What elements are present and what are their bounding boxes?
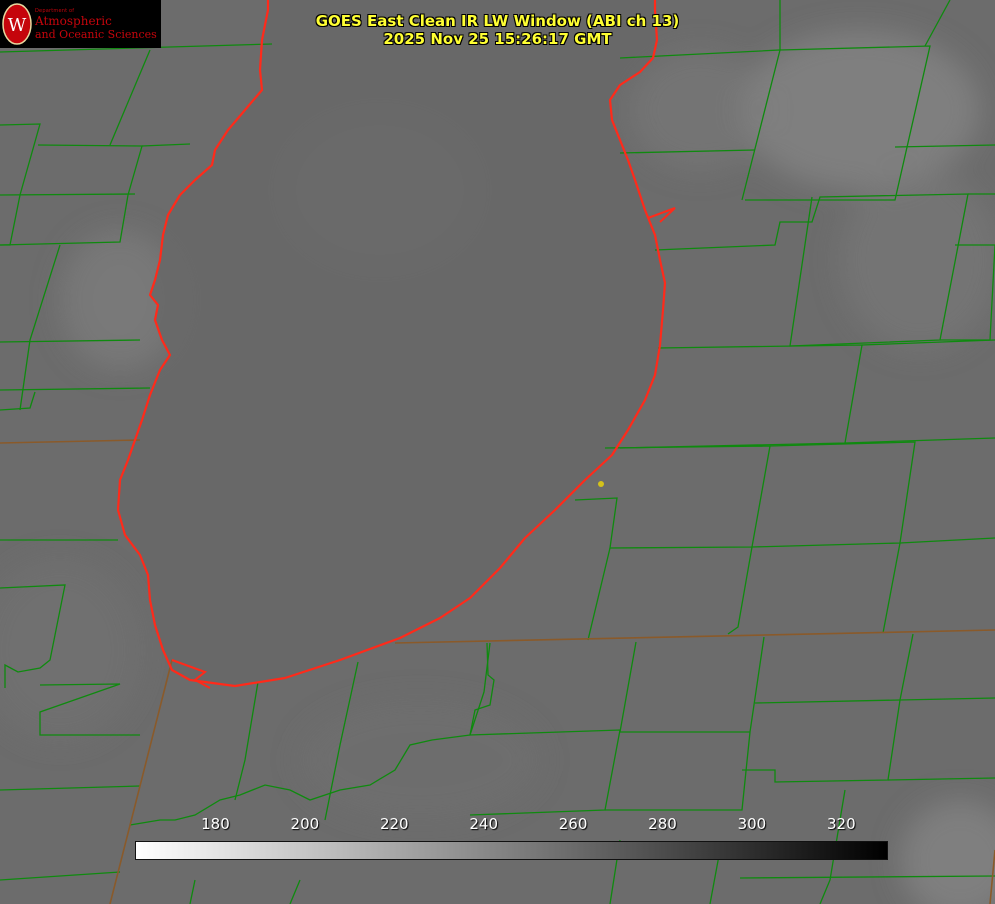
station-marker [598,481,604,487]
colorbar-tick-300: 300 [737,815,767,833]
colorbar-tick-180: 180 [201,815,230,833]
product-title: GOES East Clean IR LW Window (ABI ch 13) [315,12,680,30]
colorbar-tick-240: 240 [469,815,498,833]
colorbar-tick-200: 200 [290,815,320,833]
colorbar-tick-320: 320 [826,815,856,833]
colorbar-tick-280: 280 [648,815,677,833]
colorbar-tick-260: 260 [558,815,588,833]
image-timestamp: 2025 Nov 25 15:26:17 GMT [383,30,612,48]
satellite-map [0,0,995,904]
colorbar-tick-220: 220 [379,815,409,833]
colorbar [135,841,888,860]
